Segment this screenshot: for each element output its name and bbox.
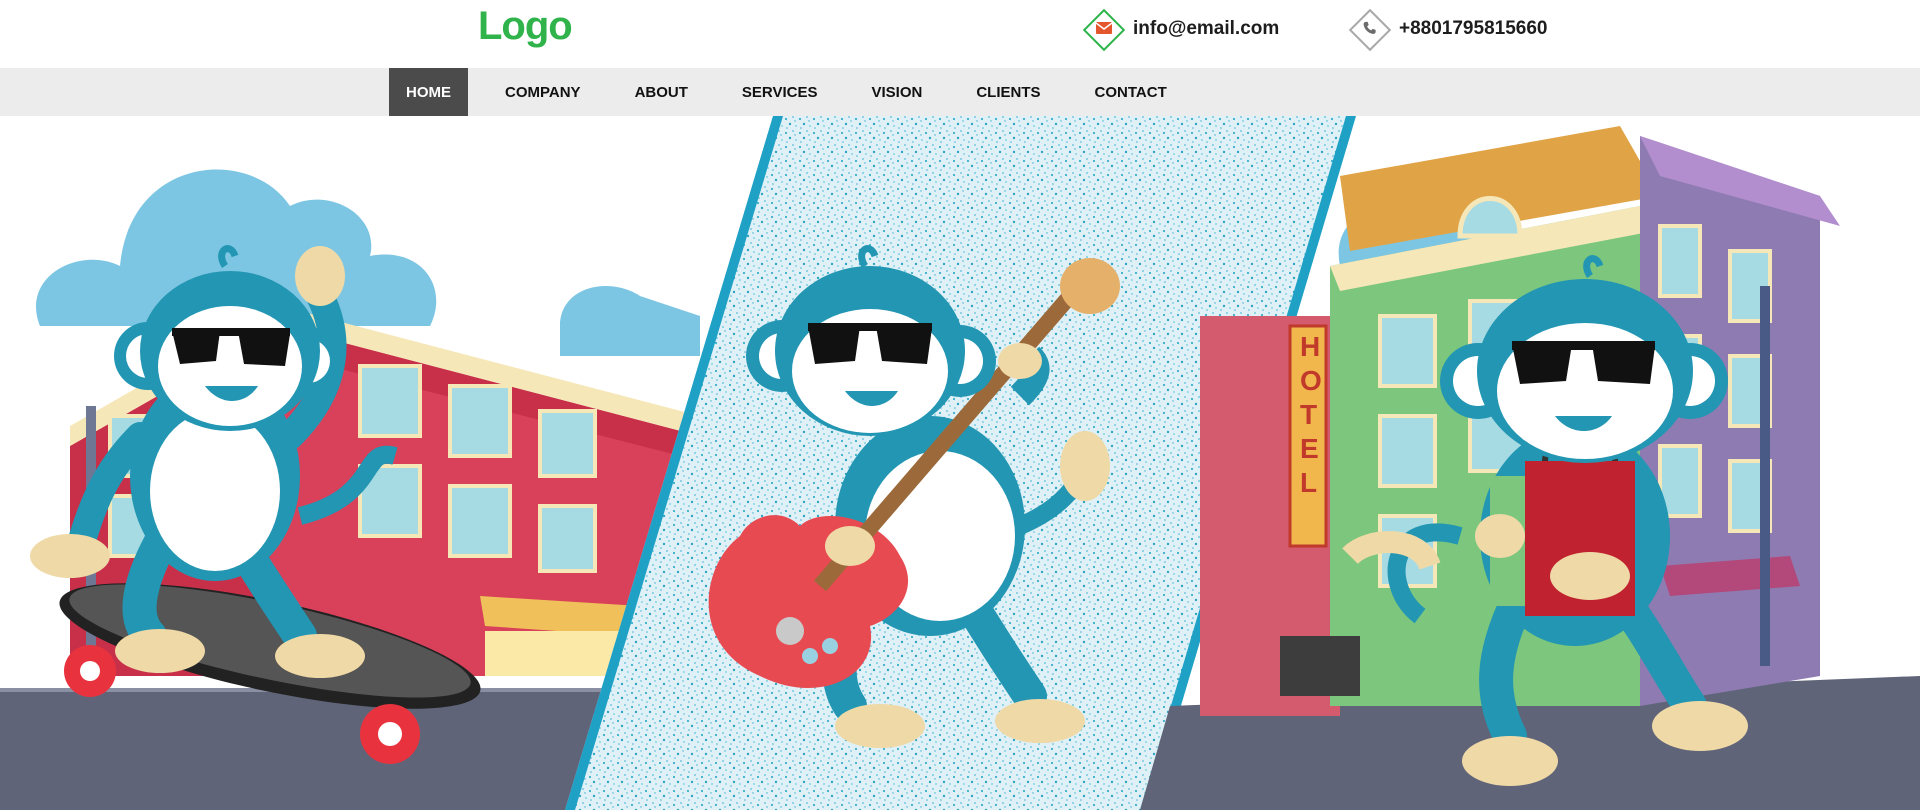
contact-phone[interactable]: +8801795815660 xyxy=(1348,8,1547,52)
nav-item-contact[interactable]: CONTACT xyxy=(1078,68,1184,116)
nav-item-company[interactable]: COMPANY xyxy=(488,68,598,116)
phone-number[interactable]: +8801795815660 xyxy=(1399,18,1547,40)
envelope-icon xyxy=(1082,8,1126,52)
nav-item-about[interactable]: ABOUT xyxy=(618,68,705,116)
site-logo[interactable]: Logo xyxy=(478,4,573,49)
nav-item-home[interactable]: HOME xyxy=(389,68,468,116)
contact-email[interactable]: info@email.com xyxy=(1082,8,1279,52)
hero-illustration: HOTEL xyxy=(0,116,1920,810)
nav-menu: HOME COMPANY ABOUT SERVICES VISION CLIEN… xyxy=(389,68,1184,116)
nav-item-clients[interactable]: CLIENTS xyxy=(959,68,1057,116)
phone-icon xyxy=(1348,8,1392,52)
email-address[interactable]: info@email.com xyxy=(1133,18,1279,40)
main-nav: HOME COMPANY ABOUT SERVICES VISION CLIEN… xyxy=(0,68,1920,116)
top-bar: Logo info@email.com +8801795815660 xyxy=(0,0,1920,68)
nav-item-vision[interactable]: VISION xyxy=(854,68,939,116)
nav-item-services[interactable]: SERVICES xyxy=(725,68,835,116)
hero-banner: HOTEL xyxy=(0,116,1920,810)
